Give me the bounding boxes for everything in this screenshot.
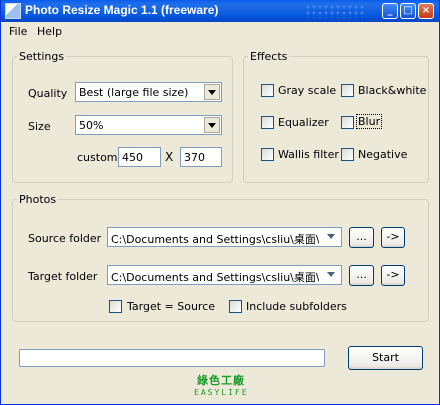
quality-select[interactable]: Best (large file size) — [75, 82, 222, 102]
chevron-down-icon[interactable] — [204, 117, 220, 133]
custom-height-input[interactable]: 370 — [180, 147, 222, 167]
blur-checkbox[interactable] — [341, 116, 354, 129]
chevron-down-icon[interactable] — [204, 84, 220, 100]
app-window: Photo Resize Magic 1.1 (freeware) _ □ × … — [0, 0, 440, 405]
effects-legend: Effects — [250, 50, 288, 63]
title-bar[interactable]: Photo Resize Magic 1.1 (freeware) _ □ × — [1, 0, 439, 22]
target-folder-select[interactable]: C:\Documents and Settings\csliu\桌面\新资 — [107, 265, 342, 285]
easylife-logo: 綠色工廠 EASYLIFE — [194, 372, 248, 402]
chevron-down-icon[interactable] — [324, 229, 340, 245]
menu-bar: File Help — [1, 22, 439, 40]
source-browse-button[interactable]: ... — [349, 227, 374, 248]
custom-separator: X — [165, 150, 174, 164]
wallis-label: Wallis filter — [278, 148, 339, 161]
target-folder-value: C:\Documents and Settings\csliu\桌面\新资 — [111, 271, 319, 284]
titlebar-decoration — [305, 4, 365, 18]
size-label: Size — [28, 120, 51, 133]
include-subfolders-label: Include subfolders — [246, 300, 347, 313]
minimize-button[interactable]: _ — [382, 3, 398, 19]
negative-checkbox[interactable] — [341, 148, 354, 161]
target-equals-source-label: Target = Source — [127, 300, 216, 313]
equalizer-checkbox[interactable] — [261, 116, 274, 129]
include-subfolders-checkbox[interactable] — [229, 300, 242, 313]
window-title: Photo Resize Magic 1.1 (freeware) — [25, 3, 219, 17]
blur-label: Blur — [355, 114, 383, 129]
equalizer-label: Equalizer — [278, 116, 329, 129]
progress-bar — [19, 349, 325, 367]
source-folder-select[interactable]: C:\Documents and Settings\csliu\桌面\待上 — [107, 227, 342, 247]
size-select[interactable]: 50% — [75, 115, 222, 135]
menu-file[interactable]: File — [9, 25, 27, 38]
grayscale-label: Gray scale — [278, 84, 337, 97]
custom-width-input[interactable]: 450 — [118, 147, 161, 167]
start-button[interactable]: Start — [348, 346, 423, 370]
source-folder-label: Source folder — [28, 232, 102, 245]
blackwhite-checkbox[interactable] — [341, 84, 354, 97]
wallis-checkbox[interactable] — [261, 148, 274, 161]
chevron-down-icon[interactable] — [324, 267, 340, 283]
grayscale-checkbox[interactable] — [261, 84, 274, 97]
quality-value: Best (large file size) — [79, 86, 189, 99]
custom-label: custom: — [77, 151, 122, 164]
logo-english-text: EASYLIFE — [194, 388, 249, 397]
quality-label: Quality — [28, 87, 68, 100]
size-value: 50% — [79, 119, 104, 132]
negative-label: Negative — [358, 148, 408, 161]
settings-legend: Settings — [19, 50, 65, 63]
target-equals-source-checkbox[interactable] — [109, 300, 122, 313]
target-open-button[interactable]: -> — [381, 265, 405, 286]
photos-legend: Photos — [19, 193, 57, 206]
target-folder-label: Target folder — [28, 270, 98, 283]
logo-chinese-text: 綠色工廠 — [197, 374, 245, 387]
close-button[interactable]: × — [418, 3, 434, 19]
maximize-button[interactable]: □ — [400, 3, 416, 19]
menu-help[interactable]: Help — [37, 25, 62, 38]
app-icon[interactable] — [5, 3, 21, 19]
blackwhite-label: Black&white — [358, 84, 427, 97]
source-open-button[interactable]: -> — [381, 227, 405, 248]
target-browse-button[interactable]: ... — [349, 265, 374, 286]
source-folder-value: C:\Documents and Settings\csliu\桌面\待上 — [111, 233, 319, 246]
photos-group: Photos — [12, 193, 429, 322]
